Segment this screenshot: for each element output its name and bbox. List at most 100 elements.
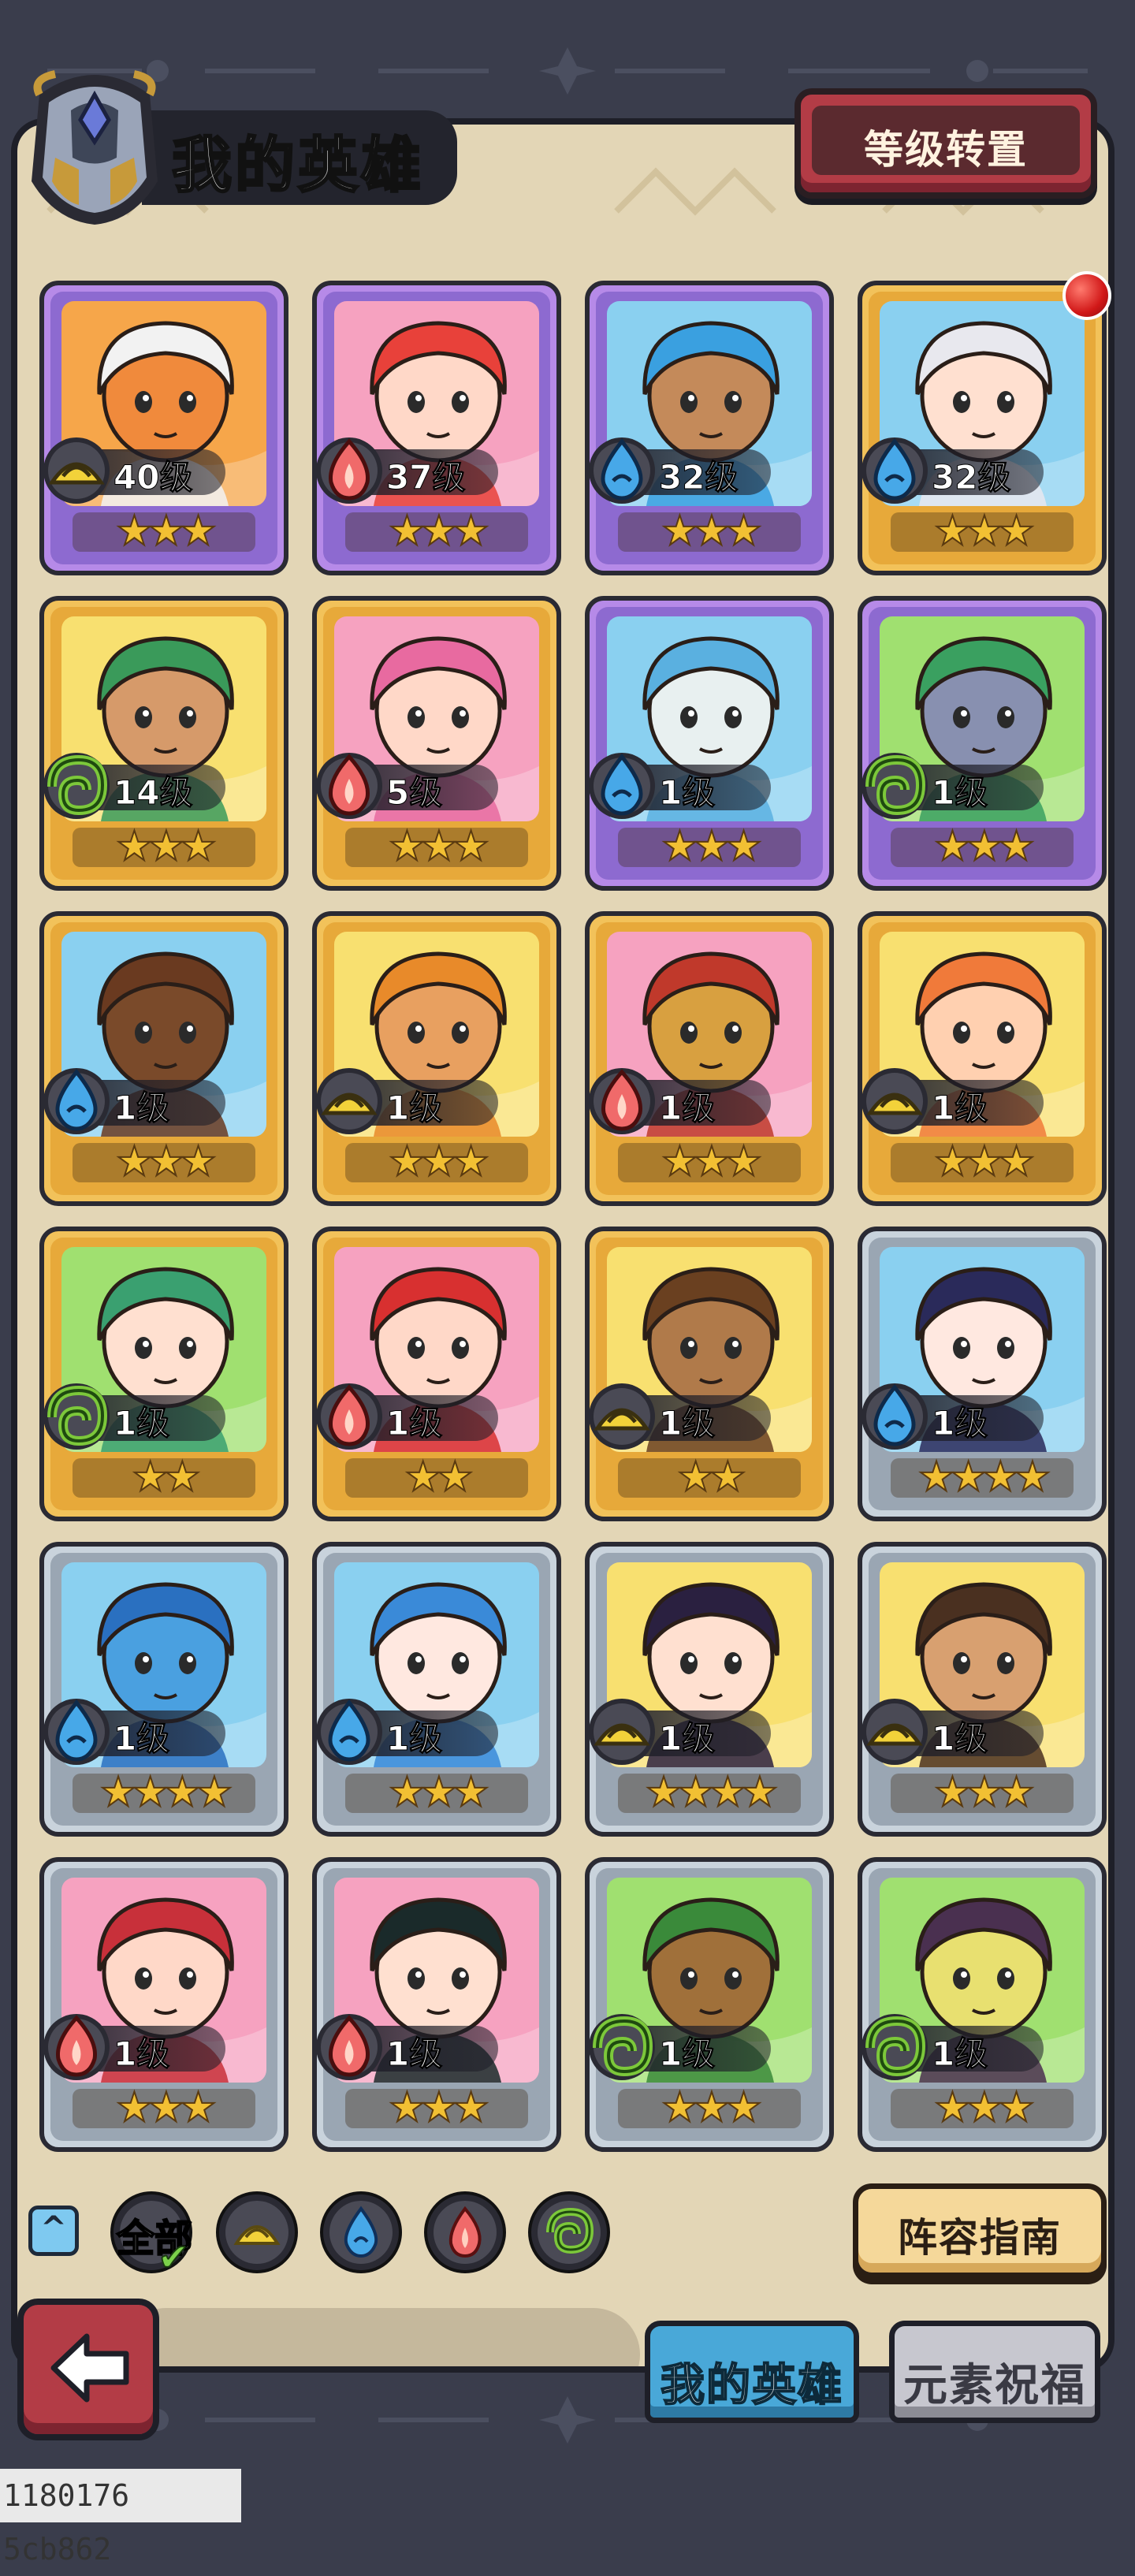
wind-element-icon bbox=[44, 1383, 110, 1450]
fire-element-icon bbox=[317, 1383, 382, 1450]
hero-card[interactable]: 1级 ★★★★ bbox=[39, 1542, 288, 1837]
earth-element-icon bbox=[233, 2225, 281, 2245]
hero-card[interactable]: 1级 ★★★ bbox=[858, 911, 1107, 1206]
wind-element-icon bbox=[546, 2207, 594, 2254]
lineup-guide-label: 阵容指南 bbox=[898, 2215, 1062, 2261]
fire-element-icon bbox=[317, 437, 382, 504]
hero-card[interactable]: 1级 ★★★ bbox=[312, 1542, 561, 1837]
wind-element-icon bbox=[862, 753, 928, 819]
hero-level: 1级 bbox=[931, 773, 988, 813]
water-element-icon bbox=[590, 437, 655, 504]
filter-earth-button[interactable] bbox=[216, 2191, 298, 2273]
level-transfer-button[interactable]: 等级转置 bbox=[794, 88, 1097, 199]
hero-stars: ★★★ bbox=[933, 1137, 1036, 1186]
hero-card[interactable]: 1级 ★★★ bbox=[585, 1857, 834, 2152]
hero-level: 1级 bbox=[658, 1719, 716, 1759]
hero-card[interactable]: 1级 ★★★ bbox=[585, 911, 834, 1206]
hero-level: 5级 bbox=[385, 773, 443, 813]
hero-stars: ★★ bbox=[131, 1453, 201, 1502]
hero-level: 1级 bbox=[931, 1404, 988, 1443]
hero-level: 1级 bbox=[113, 1404, 170, 1443]
wind-element-icon bbox=[590, 2014, 655, 2080]
hero-card[interactable]: 1级 ★★ bbox=[39, 1227, 288, 1521]
earth-element-icon bbox=[44, 437, 110, 504]
hero-card[interactable]: 1级 ★★★ bbox=[312, 1857, 561, 2152]
water-element-icon bbox=[44, 1068, 110, 1134]
hero-card[interactable]: 5级 ★★★ bbox=[312, 596, 561, 891]
hero-stars: ★★★ bbox=[115, 1137, 218, 1186]
element-filter-bar bbox=[120, 2308, 640, 2366]
hero-stars: ★★★ bbox=[115, 507, 218, 556]
hero-panel: 40级 ★★★ 37级 ★★★ 32级 ★★★ 32级 ★★★ 14级 ★★★ 5级 ★★★ 1级 ★★★… bbox=[11, 118, 1115, 2373]
hero-stars: ★★ bbox=[676, 1453, 746, 1502]
hero-stars: ★★★★ bbox=[917, 1453, 1051, 1502]
filter-water-button[interactable] bbox=[320, 2191, 402, 2273]
level-transfer-label: 等级转置 bbox=[864, 127, 1028, 173]
hero-level: 14级 bbox=[113, 773, 193, 813]
water-element-icon bbox=[590, 753, 655, 819]
wind-element-icon bbox=[862, 2014, 928, 2080]
hero-level: 40级 bbox=[113, 458, 193, 497]
hero-card[interactable]: 14级 ★★★ bbox=[39, 596, 288, 891]
fire-element-icon bbox=[590, 1068, 655, 1134]
back-arrow-icon bbox=[50, 2333, 129, 2403]
hero-stars: ★★★ bbox=[388, 1768, 490, 1817]
back-button[interactable] bbox=[17, 2299, 159, 2440]
hero-stars: ★★★ bbox=[115, 822, 218, 871]
hero-stars: ★★★ bbox=[933, 507, 1036, 556]
hero-card[interactable]: 1级 ★★★ bbox=[312, 911, 561, 1206]
filter-wind-button[interactable] bbox=[528, 2191, 610, 2273]
tab-element-blessing[interactable]: 元素祝福 bbox=[889, 2321, 1100, 2423]
hero-stars: ★★★★ bbox=[99, 1768, 233, 1817]
hero-card[interactable]: 32级 ★★★ bbox=[858, 281, 1107, 575]
hero-level: 1级 bbox=[385, 1719, 443, 1759]
hero-stars: ★★★ bbox=[933, 1768, 1036, 1817]
hero-card[interactable]: 1级 ★★★ bbox=[858, 596, 1107, 891]
hero-stars: ★★★★ bbox=[645, 1768, 779, 1817]
hero-level: 1级 bbox=[113, 2034, 170, 2074]
hero-level: 1级 bbox=[385, 2034, 443, 2074]
hero-card[interactable]: 1级 ★★★ bbox=[39, 911, 288, 1206]
check-icon: ✔ bbox=[157, 2235, 190, 2280]
hero-level: 1级 bbox=[931, 2034, 988, 2074]
hero-level: 1级 bbox=[385, 1089, 443, 1128]
hero-card[interactable]: 1级 ★★★ bbox=[585, 596, 834, 891]
water-element-icon bbox=[862, 437, 928, 504]
fire-element-icon bbox=[317, 753, 382, 819]
tab-my-heroes-label: 我的英雄 bbox=[660, 2359, 843, 2412]
hero-level: 1级 bbox=[113, 1719, 170, 1759]
hero-level: 1级 bbox=[113, 1089, 170, 1128]
hero-stars: ★★ bbox=[404, 1453, 474, 1502]
tab-my-heroes[interactable]: 我的英雄 bbox=[645, 2321, 859, 2423]
hero-card[interactable]: 1级 ★★★ bbox=[39, 1857, 288, 2152]
collapse-filter-button[interactable]: ^ bbox=[28, 2206, 79, 2256]
fire-element-icon bbox=[448, 2206, 482, 2258]
hero-level: 1级 bbox=[931, 1089, 988, 1128]
hero-stars: ★★★ bbox=[933, 822, 1036, 871]
hero-level: 1级 bbox=[931, 1719, 988, 1759]
hero-level: 37级 bbox=[385, 458, 466, 497]
fire-element-icon bbox=[317, 2014, 382, 2080]
tab-element-blessing-label: 元素祝福 bbox=[903, 2360, 1086, 2411]
earth-element-icon bbox=[590, 1383, 655, 1450]
notification-dot bbox=[1062, 271, 1111, 320]
page-title: 我的英雄 bbox=[171, 129, 424, 202]
hero-stars: ★★★ bbox=[661, 1137, 763, 1186]
hero-card[interactable]: 1级 ★★★ bbox=[858, 1857, 1107, 2152]
hero-card[interactable]: 1级 ★★ bbox=[585, 1227, 834, 1521]
hero-card[interactable]: 1级 ★★★★ bbox=[858, 1227, 1107, 1521]
lineup-guide-button[interactable]: 阵容指南 bbox=[853, 2183, 1107, 2278]
hero-stars: ★★★ bbox=[388, 507, 490, 556]
fire-element-icon bbox=[44, 2014, 110, 2080]
hero-card[interactable]: 1级 ★★★ bbox=[858, 1542, 1107, 1837]
hero-card[interactable]: 32级 ★★★ bbox=[585, 281, 834, 575]
hero-stars: ★★★ bbox=[388, 822, 490, 871]
hero-level: 32级 bbox=[658, 458, 739, 497]
hero-card[interactable]: 37级 ★★★ bbox=[312, 281, 561, 575]
hero-card[interactable]: 40级 ★★★ bbox=[39, 281, 288, 575]
filter-fire-button[interactable] bbox=[424, 2191, 506, 2273]
hero-level: 1级 bbox=[658, 1404, 716, 1443]
water-element-icon bbox=[344, 2206, 378, 2258]
hero-card[interactable]: 1级 ★★★★ bbox=[585, 1542, 834, 1837]
hero-card[interactable]: 1级 ★★ bbox=[312, 1227, 561, 1521]
